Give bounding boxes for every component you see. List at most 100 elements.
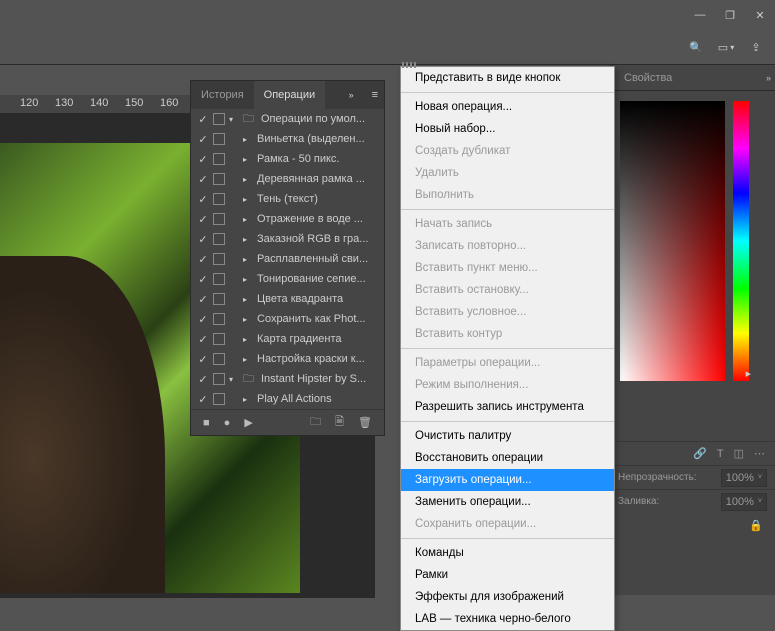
close-button[interactable]: ✕ bbox=[745, 0, 775, 30]
expand-icon[interactable]: ▸ bbox=[243, 195, 253, 204]
expand-icon[interactable]: ▸ bbox=[243, 235, 253, 244]
expand-icon[interactable]: ▸ bbox=[243, 155, 253, 164]
expand-icon[interactable]: ▾ bbox=[229, 115, 239, 124]
dialog-toggle[interactable] bbox=[213, 193, 225, 205]
action-row[interactable]: ✓▾🗀Instant Hipster by S... bbox=[191, 369, 384, 389]
check-icon[interactable]: ✓ bbox=[197, 113, 209, 126]
type-icon[interactable]: T bbox=[717, 448, 724, 460]
lock-icon[interactable]: 🔒 bbox=[749, 519, 763, 532]
action-row[interactable]: ✓▸Заказной RGB в гра... bbox=[191, 229, 384, 249]
action-row[interactable]: ✓▸Рамка - 50 пикс. bbox=[191, 149, 384, 169]
check-icon[interactable]: ✓ bbox=[197, 153, 209, 166]
dialog-toggle[interactable] bbox=[213, 313, 225, 325]
dialog-toggle[interactable] bbox=[213, 173, 225, 185]
expand-icon[interactable]: ▸ bbox=[243, 355, 253, 364]
dialog-toggle[interactable] bbox=[213, 393, 225, 405]
menu-item[interactable]: LAB — техника черно-белого bbox=[401, 608, 614, 630]
action-row[interactable]: ✓▸Play All Actions bbox=[191, 389, 384, 409]
crop-icon[interactable]: ◫ bbox=[734, 447, 744, 460]
check-icon[interactable]: ✓ bbox=[197, 273, 209, 286]
menu-item[interactable]: Загрузить операции... bbox=[401, 469, 614, 491]
more-icon[interactable]: ⋯ bbox=[754, 447, 765, 460]
check-icon[interactable]: ✓ bbox=[197, 213, 209, 226]
expand-icon[interactable]: ▸ bbox=[243, 395, 253, 404]
expand-icon[interactable]: ▸ bbox=[243, 215, 253, 224]
menu-item[interactable]: Рамки bbox=[401, 564, 614, 586]
stop-button[interactable]: ■ bbox=[203, 417, 210, 429]
play-button[interactable]: ▶ bbox=[244, 416, 252, 429]
action-row[interactable]: ✓▸Расплавленный сви... bbox=[191, 249, 384, 269]
check-icon[interactable]: ✓ bbox=[197, 133, 209, 146]
action-row[interactable]: ✓▸Сохранить как Phot... bbox=[191, 309, 384, 329]
check-icon[interactable]: ✓ bbox=[197, 253, 209, 266]
new-set-button[interactable]: 🗀 bbox=[310, 413, 321, 432]
minimize-button[interactable]: — bbox=[685, 0, 715, 30]
fill-input[interactable]: 100%˅ bbox=[721, 493, 767, 511]
action-row[interactable]: ✓▸Карта градиента bbox=[191, 329, 384, 349]
menu-item[interactable]: Очистить палитру bbox=[401, 425, 614, 447]
action-row[interactable]: ✓▸Деревянная рамка ... bbox=[191, 169, 384, 189]
panel-menu-icon[interactable]: » bbox=[766, 73, 769, 83]
color-picker[interactable] bbox=[620, 101, 725, 381]
action-row[interactable]: ✓▸Виньетка (выделен... bbox=[191, 129, 384, 149]
check-icon[interactable]: ✓ bbox=[197, 313, 209, 326]
dialog-toggle[interactable] bbox=[213, 273, 225, 285]
expand-icon[interactable]: ▸ bbox=[243, 175, 253, 184]
check-icon[interactable]: ✓ bbox=[197, 373, 209, 386]
check-icon[interactable]: ✓ bbox=[197, 333, 209, 346]
search-icon[interactable]: 🔍 bbox=[687, 38, 705, 56]
check-icon[interactable]: ✓ bbox=[197, 393, 209, 406]
dialog-toggle[interactable] bbox=[213, 373, 225, 385]
share-icon[interactable]: ⇪ bbox=[747, 38, 765, 56]
expand-icon[interactable]: ▸ bbox=[243, 295, 253, 304]
trash-button[interactable]: 🗑 bbox=[358, 416, 372, 429]
tab-history[interactable]: История bbox=[191, 81, 254, 109]
screenmode-icon[interactable]: ▭▾ bbox=[717, 38, 735, 56]
expand-icon[interactable]: ▸ bbox=[243, 255, 253, 264]
dialog-toggle[interactable] bbox=[213, 333, 225, 345]
dialog-toggle[interactable] bbox=[213, 253, 225, 265]
dialog-toggle[interactable] bbox=[213, 133, 225, 145]
action-row[interactable]: ✓▾🗀Операции по умол... bbox=[191, 109, 384, 129]
check-icon[interactable]: ✓ bbox=[197, 173, 209, 186]
action-row[interactable]: ✓▸Отражение в воде ... bbox=[191, 209, 384, 229]
expand-icon[interactable]: ▸ bbox=[243, 335, 253, 344]
action-row[interactable]: ✓▸Цвета квадранта bbox=[191, 289, 384, 309]
dialog-toggle[interactable] bbox=[213, 113, 225, 125]
action-row[interactable]: ✓▸Настройка краски к... bbox=[191, 349, 384, 369]
dialog-toggle[interactable] bbox=[213, 293, 225, 305]
panel-menu-button[interactable]: ≡ bbox=[366, 89, 384, 101]
expand-icon[interactable]: ▸ bbox=[243, 135, 253, 144]
record-button[interactable]: ● bbox=[224, 417, 231, 429]
dialog-toggle[interactable] bbox=[213, 153, 225, 165]
action-row[interactable]: ✓▸Тонирование сепие... bbox=[191, 269, 384, 289]
tab-properties[interactable]: Свойства bbox=[616, 68, 680, 88]
check-icon[interactable]: ✓ bbox=[197, 193, 209, 206]
check-icon[interactable]: ✓ bbox=[197, 353, 209, 366]
hue-slider[interactable] bbox=[733, 101, 749, 381]
new-action-button[interactable]: 🗎 bbox=[335, 413, 344, 432]
maximize-button[interactable]: ❐ bbox=[715, 0, 745, 30]
dialog-toggle[interactable] bbox=[213, 353, 225, 365]
action-row[interactable]: ✓▸Тень (текст) bbox=[191, 189, 384, 209]
expand-icon[interactable]: ▾ bbox=[229, 375, 239, 384]
menu-item[interactable]: Представить в виде кнопок bbox=[401, 67, 614, 89]
expand-icon[interactable]: ▸ bbox=[243, 275, 253, 284]
menu-item[interactable]: Разрешить запись инструмента bbox=[401, 396, 614, 418]
opacity-input[interactable]: 100%˅ bbox=[721, 469, 767, 487]
menu-item[interactable]: Новый набор... bbox=[401, 118, 614, 140]
check-icon[interactable]: ✓ bbox=[197, 293, 209, 306]
menu-item[interactable]: Эффекты для изображений bbox=[401, 586, 614, 608]
check-icon[interactable]: ✓ bbox=[197, 233, 209, 246]
expand-icon[interactable]: ▸ bbox=[243, 315, 253, 324]
dialog-toggle[interactable] bbox=[213, 233, 225, 245]
actions-menu-icon[interactable]: » bbox=[341, 90, 360, 100]
dialog-toggle[interactable] bbox=[213, 213, 225, 225]
menu-item: Начать запись bbox=[401, 213, 614, 235]
tab-actions[interactable]: Операции bbox=[254, 81, 325, 109]
menu-item[interactable]: Новая операция... bbox=[401, 96, 614, 118]
menu-item[interactable]: Заменить операции... bbox=[401, 491, 614, 513]
menu-item[interactable]: Восстановить операции bbox=[401, 447, 614, 469]
link-icon[interactable]: 🔗 bbox=[693, 447, 707, 460]
menu-item[interactable]: Команды bbox=[401, 542, 614, 564]
